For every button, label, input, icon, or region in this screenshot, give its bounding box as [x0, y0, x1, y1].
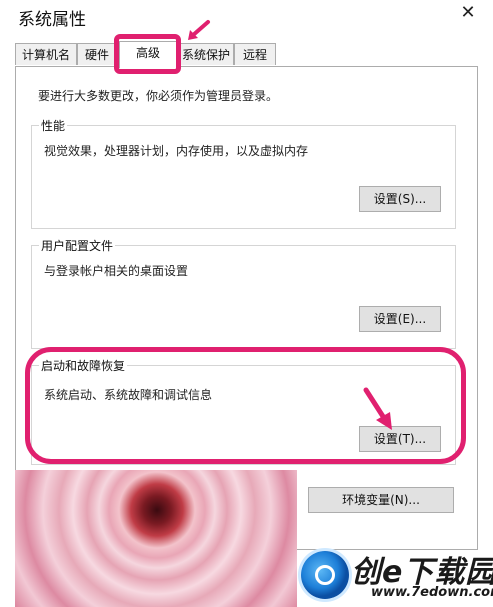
- watermark-brand: 创e下载园: [351, 555, 493, 590]
- startup-recovery-group: 启动和故障恢复 系统启动、系统故障和调试信息 设置(T)...: [31, 357, 456, 465]
- tab-remote[interactable]: 远程: [234, 43, 276, 65]
- user-profiles-group-label: 用户配置文件: [39, 237, 116, 254]
- globe-logo-icon: [301, 551, 349, 599]
- performance-settings-button[interactable]: 设置(S)...: [359, 186, 441, 212]
- user-profiles-settings-button[interactable]: 设置(E)...: [359, 306, 441, 332]
- startup-recovery-settings-button[interactable]: 设置(T)...: [359, 426, 441, 452]
- performance-description: 视觉效果，处理器计划，内存使用，以及虚拟内存: [44, 144, 309, 158]
- watermark: 创e下载园 www.7edown.com: [293, 543, 493, 607]
- window-title: 系统属性: [18, 10, 86, 30]
- admin-note: 要进行大多数更改，你必须作为管理员登录。: [38, 89, 279, 103]
- tab-system-protection[interactable]: 系统保护: [178, 43, 234, 65]
- performance-group: 性能 视觉效果，处理器计划，内存使用，以及虚拟内存 设置(S)...: [31, 117, 456, 229]
- user-profiles-group: 用户配置文件 与登录帐户相关的桌面设置 设置(E)...: [31, 237, 456, 349]
- close-icon[interactable]: ✕: [457, 2, 479, 24]
- startup-recovery-group-label: 启动和故障恢复: [39, 357, 128, 374]
- startup-recovery-description: 系统启动、系统故障和调试信息: [44, 388, 213, 402]
- performance-group-label: 性能: [39, 117, 68, 134]
- title-bar: 系统属性 ✕: [0, 0, 493, 36]
- watermark-url: www.7edown.com: [371, 585, 493, 600]
- decorative-photo-overlay: [15, 470, 297, 607]
- user-profiles-description: 与登录帐户相关的桌面设置: [44, 264, 189, 278]
- tab-computer-name[interactable]: 计算机名: [15, 43, 77, 65]
- tab-hardware[interactable]: 硬件: [77, 43, 117, 65]
- system-properties-dialog: 系统属性 ✕ 计算机名 硬件 高级 系统保护 远程 要进行大多数更改，你必须作为…: [0, 0, 493, 607]
- tab-advanced[interactable]: 高级: [119, 41, 177, 68]
- environment-variables-button[interactable]: 环境变量(N)...: [308, 487, 454, 513]
